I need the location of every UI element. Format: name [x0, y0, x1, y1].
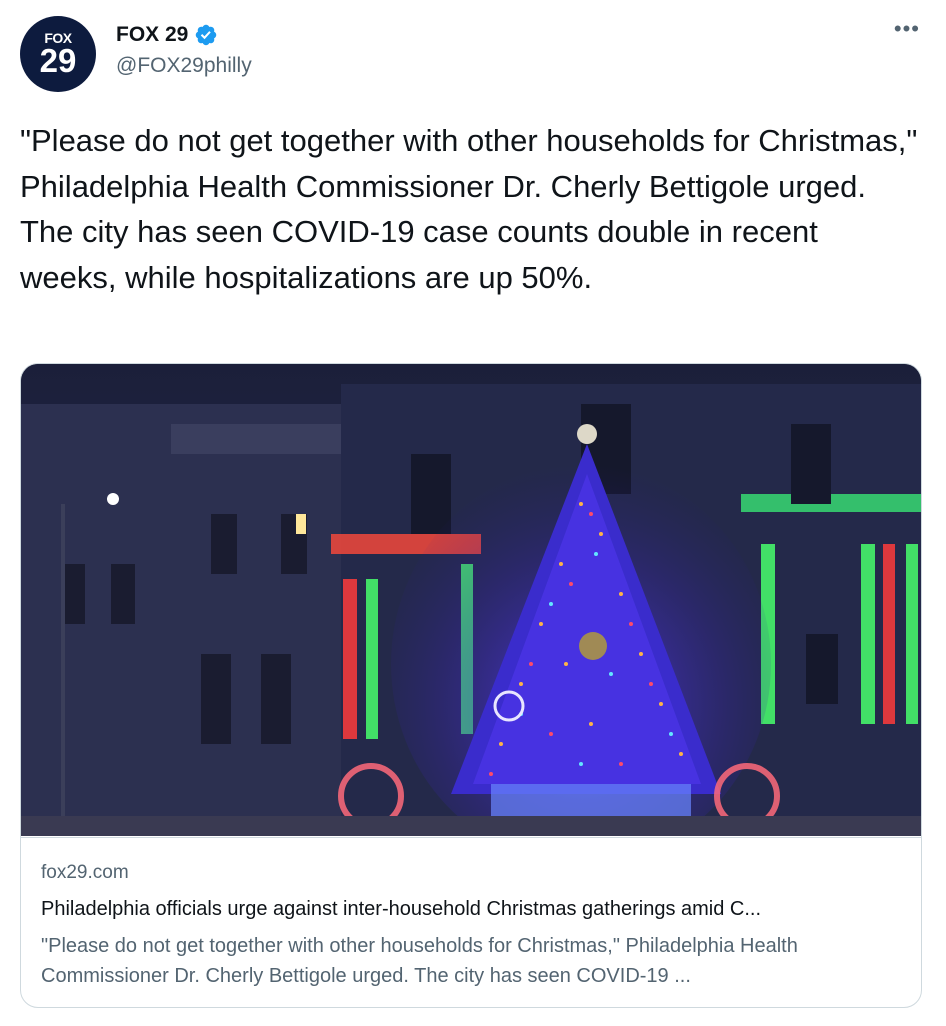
- account-handle[interactable]: @FOX29philly: [116, 54, 252, 78]
- card-body[interactable]: fox29.com Philadelphia officials urge ag…: [21, 837, 921, 987]
- name-row: FOX 29: [116, 20, 218, 50]
- card-image[interactable]: [21, 364, 921, 836]
- card-description: "Please do not get together with other h…: [41, 935, 798, 987]
- tweet-header: FOX 29 FOX 29 @FOX29philly •••: [20, 16, 926, 94]
- more-options-button[interactable]: •••: [894, 16, 920, 42]
- christmas-tree-photo-icon: [21, 364, 921, 836]
- card-title: Philadelphia officials urge against inte…: [41, 898, 762, 920]
- tweet-text: "Please do not get together with other h…: [20, 123, 918, 295]
- display-name[interactable]: FOX 29: [116, 23, 188, 47]
- verified-badge-icon: [196, 24, 217, 46]
- link-card[interactable]: fox29.com Philadelphia officials urge ag…: [20, 363, 922, 1008]
- avatar[interactable]: FOX 29: [20, 16, 96, 92]
- avatar-logo-number: 29: [39, 42, 77, 79]
- card-domain: fox29.com: [41, 862, 129, 883]
